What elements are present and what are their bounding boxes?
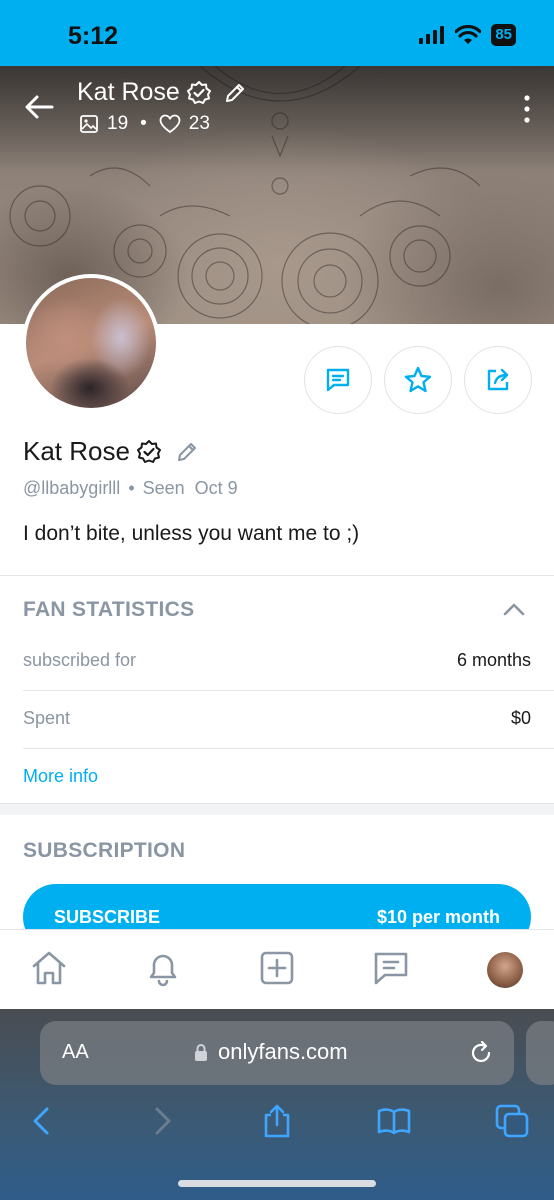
favorite-button[interactable] xyxy=(384,346,452,414)
status-icons: 85 xyxy=(419,24,516,46)
divider xyxy=(23,690,554,691)
spent-label: Spent xyxy=(23,708,71,728)
subscribed-for-value: 6 months xyxy=(456,650,531,670)
stats-separator: • xyxy=(140,113,147,134)
profile-name: Kat Rose xyxy=(23,436,198,467)
message-icon xyxy=(326,368,350,392)
profile-avatar[interactable] xyxy=(487,952,523,988)
share-icon xyxy=(487,368,509,391)
text-size-button[interactable]: AA xyxy=(62,1041,89,1064)
home-indicator xyxy=(178,1180,376,1187)
bookmarks-icon[interactable] xyxy=(376,1103,412,1139)
message-button[interactable] xyxy=(304,346,372,414)
subscribed-for-label: subscribed for xyxy=(23,650,137,670)
browser-toolbar: AA onlyfans.com xyxy=(0,1009,554,1200)
avatar[interactable] xyxy=(22,274,160,412)
profile-subline: @llbabygirlll • Seen Oct 9 xyxy=(23,478,238,499)
back-icon[interactable] xyxy=(25,1103,61,1139)
forward-icon[interactable] xyxy=(143,1103,179,1139)
image-icon xyxy=(80,115,98,133)
username: @llbabygirlll xyxy=(23,478,121,498)
likes-count: 23 xyxy=(188,113,210,134)
bell-icon[interactable] xyxy=(143,948,183,988)
header-name: Kat Rose xyxy=(77,78,180,106)
edit-pencil-icon[interactable] xyxy=(176,441,198,463)
battery-icon: 85 xyxy=(491,24,516,46)
star-icon xyxy=(404,366,432,393)
bottom-nav xyxy=(0,929,554,1009)
profile-bio: I don’t bite, unless you want me to ;) xyxy=(23,522,360,545)
lock-icon xyxy=(195,1044,207,1061)
signal-icon xyxy=(419,26,445,44)
address-bar[interactable]: AA onlyfans.com xyxy=(40,1021,514,1085)
back-arrow-icon[interactable] xyxy=(22,90,56,124)
chevron-up-icon[interactable] xyxy=(502,600,526,618)
verified-badge-icon xyxy=(136,439,161,463)
section-separator xyxy=(0,803,554,815)
status-time: 5:12 xyxy=(68,22,119,50)
spent-value: $0 xyxy=(510,708,531,728)
share-icon[interactable] xyxy=(259,1103,295,1139)
verified-badge-icon xyxy=(186,80,211,104)
last-seen: Seen Oct 9 xyxy=(142,478,238,498)
status-bar: 5:12 85 xyxy=(0,0,554,66)
profile-name-text: Kat Rose xyxy=(23,436,130,466)
tabs-icon[interactable] xyxy=(494,1103,530,1139)
media-count: 19 xyxy=(107,113,129,134)
next-tab-preview[interactable] xyxy=(526,1021,554,1085)
edit-pencil-icon[interactable] xyxy=(224,82,246,104)
more-vertical-icon[interactable] xyxy=(522,94,532,124)
add-post-icon[interactable] xyxy=(257,948,297,988)
heart-icon xyxy=(159,114,181,134)
subscription-title: SUBSCRIPTION xyxy=(23,839,186,862)
header-title: Kat Rose xyxy=(77,78,246,107)
messages-icon[interactable] xyxy=(371,948,411,988)
divider xyxy=(23,748,554,749)
wifi-icon xyxy=(455,25,482,44)
divider xyxy=(0,575,554,576)
more-info-link[interactable]: More info xyxy=(23,766,98,787)
share-button[interactable] xyxy=(464,346,532,414)
fan-statistics-title: FAN STATISTICS xyxy=(23,598,195,621)
url-text[interactable]: onlyfans.com xyxy=(218,1039,348,1065)
subline-separator: • xyxy=(128,478,135,498)
reload-icon[interactable] xyxy=(468,1040,494,1066)
header-stats: 19 • 23 xyxy=(79,113,210,135)
home-icon[interactable] xyxy=(29,948,69,988)
